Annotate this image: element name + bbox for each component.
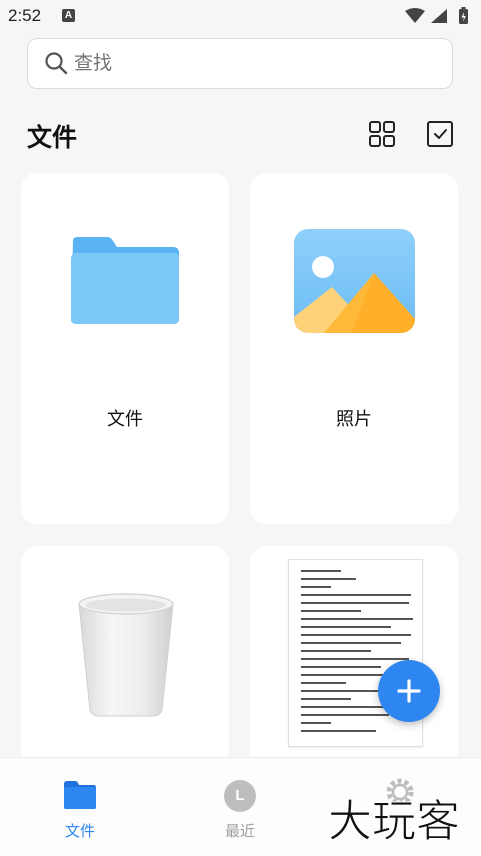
grid-view-icon[interactable]: [368, 120, 396, 148]
notification-a-icon: A: [62, 9, 75, 22]
watermark-logo: 大玩客: [328, 796, 461, 848]
page-title: 文件: [27, 123, 78, 152]
folder-icon: [71, 237, 179, 324]
photo-icon: [294, 229, 415, 333]
status-time: 2:52: [8, 6, 42, 25]
status-bar: 2:52 A: [0, 0, 481, 32]
nav-item-recent[interactable]: L 最近: [160, 758, 320, 856]
nav-label-recent: 最近: [224, 822, 255, 840]
signal-icon: [431, 9, 447, 23]
search-input[interactable]: [74, 52, 414, 74]
nav-item-files[interactable]: 文件: [0, 758, 160, 856]
recent-icon: L: [224, 780, 256, 812]
search-icon: [45, 52, 68, 75]
search-bar[interactable]: [27, 38, 453, 89]
wifi-icon: [405, 8, 425, 23]
trash-card[interactable]: [21, 546, 229, 766]
add-button[interactable]: [378, 660, 440, 722]
svg-text:大玩客: 大玩客: [328, 796, 460, 847]
files-card-label: 文件: [107, 409, 143, 430]
plus-icon: [397, 679, 421, 703]
photos-card[interactable]: 照片: [250, 173, 458, 524]
files-card[interactable]: 文件: [21, 173, 229, 524]
trash-bin-icon: [78, 593, 174, 717]
photos-card-label: 照片: [336, 409, 372, 430]
status-icons: [405, 7, 468, 24]
select-check-icon[interactable]: [426, 120, 454, 148]
document-card[interactable]: [250, 546, 458, 766]
nav-label-files: 文件: [64, 822, 95, 840]
folder-nav-icon: [64, 781, 96, 809]
